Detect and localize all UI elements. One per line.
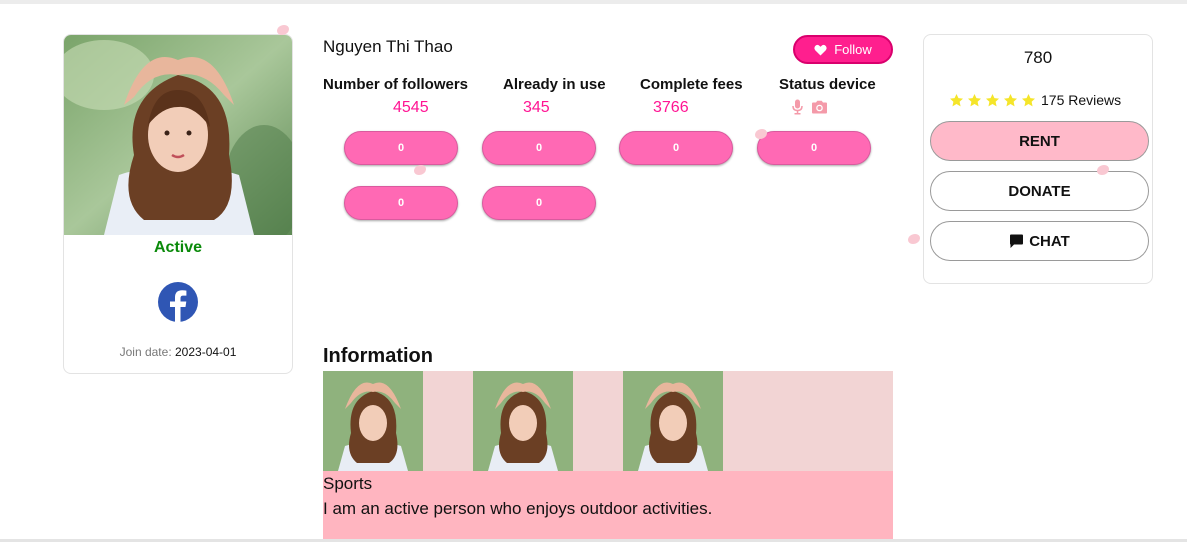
photo-gallery [323,371,893,471]
information-text: Sports I am an active person who enjoys … [323,471,893,542]
stat-header-fees: Complete fees [640,76,743,93]
profile-card: Active Join date: 2023-04-01 [63,34,293,374]
stat-header-followers: Number of followers [323,76,469,93]
donate-label: DONATE [1008,182,1071,200]
join-date: Join date: 2023-04-01 [64,345,292,359]
chat-label: CHAT [1029,232,1070,250]
rent-price: 780 [1023,48,1053,67]
stat-value-fees: 3766 [653,99,689,116]
stat-pill-button[interactable]: 0 [344,186,458,220]
rating: 175 Reviews [949,92,1121,108]
follow-button[interactable]: Follow [793,35,893,64]
stat-value-followers: 4545 [393,99,429,116]
chat-icon [1010,234,1024,248]
microphone-icon [792,99,803,115]
gallery-photo[interactable] [323,371,423,471]
donate-button[interactable]: DONATE [930,171,1149,211]
information-title: Information [323,345,433,367]
heart-icon [814,44,827,55]
stat-header-device: Status device [779,76,876,93]
rent-button[interactable]: RENT [930,121,1149,161]
top-bar [0,0,1187,4]
rent-label: RENT [1019,132,1060,150]
join-date-value: 2023-04-01 [175,345,237,359]
chat-button[interactable]: CHAT [930,221,1149,261]
star-icon [1004,93,1017,106]
facebook-icon[interactable] [157,281,199,323]
join-date-label: Join date: [119,345,172,359]
stat-pill-button[interactable]: 0 [619,131,733,165]
star-icon [950,93,963,106]
camera-icon [812,100,827,114]
stat-header-in-use: Already in use [503,76,606,93]
stat-value-in-use: 345 [523,99,550,116]
petal-decoration [414,165,426,175]
device-status [792,99,828,115]
information-description: I am an active person who enjoys outdoor… [323,499,713,518]
profile-photo [64,35,292,235]
rent-card: 780 175 Reviews RENT DONATE CHAT [923,34,1153,284]
status-active: Active [153,239,203,256]
star-icon [1022,93,1035,106]
star-icon [986,93,999,106]
stat-pill-button[interactable]: 0 [757,131,871,165]
stat-pill-button[interactable]: 0 [482,186,596,220]
follow-label: Follow [834,42,872,57]
review-count: 175 Reviews [1041,92,1122,108]
stat-pill-button[interactable]: 0 [344,131,458,165]
information-category: Sports [323,474,373,493]
gallery-photo[interactable] [473,371,573,471]
gallery-photo[interactable] [623,371,723,471]
stat-pill-button[interactable]: 0 [482,131,596,165]
star-icon [968,93,981,106]
petal-decoration [908,234,920,244]
profile-name: Nguyen Thi Thao [323,37,453,56]
